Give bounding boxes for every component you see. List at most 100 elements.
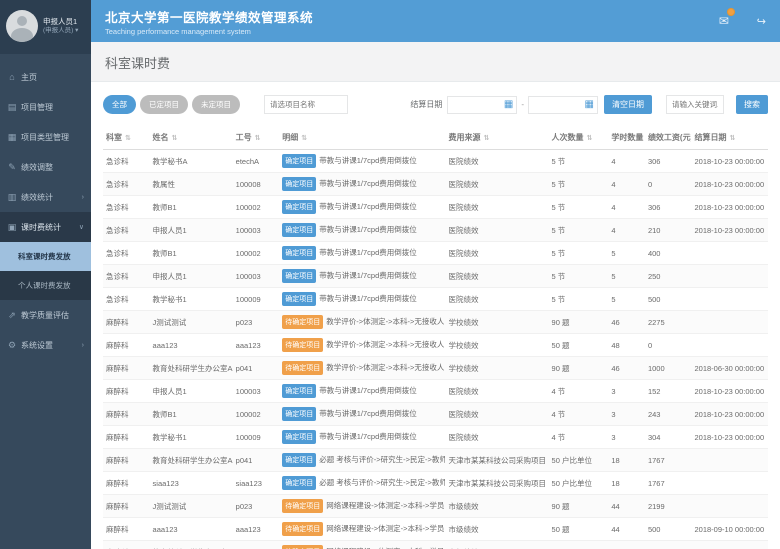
table-row[interactable]: 麻醉科教育处科研学生办公室Ap041确定项目必题 考核与评价->研究生->民定-… bbox=[103, 449, 768, 472]
table-row[interactable]: 麻醉科教育处科研学生办公室Ap041待确定项目网络课程建设->体测定->本科->… bbox=[103, 541, 768, 549]
sidebar-item-fee-stats[interactable]: ▣课时费统计∨ bbox=[0, 212, 91, 242]
cell-hours: 5 bbox=[608, 288, 645, 311]
column-header[interactable]: 人次数量⇅ bbox=[549, 126, 609, 150]
table-row[interactable]: 急诊科教学秘书AetechA确定项目带教与讲课1/7cpd费用倒拨位医院绩效5 … bbox=[103, 150, 768, 173]
cell-settle-date bbox=[691, 449, 768, 472]
table-row[interactable]: 麻醉科J测试测试p023待确定项目教学评价->体测定->本科->无接收人学校绩效… bbox=[103, 311, 768, 334]
column-header[interactable]: 明细⇅ bbox=[279, 126, 445, 150]
cell-quantity: 5 节 bbox=[549, 265, 609, 288]
column-header[interactable]: 学时数量⇅ bbox=[608, 126, 645, 150]
status-badge: 待确定项目 bbox=[282, 545, 323, 549]
cell-hours: 3 bbox=[608, 380, 645, 403]
cell-department: 麻醉科 bbox=[103, 426, 150, 449]
sort-icon[interactable]: ⇅ bbox=[255, 135, 261, 142]
keyword-search-input[interactable] bbox=[666, 95, 724, 114]
cell-department: 麻醉科 bbox=[103, 472, 150, 495]
cell-quantity: 4 节 bbox=[549, 380, 609, 403]
table-row[interactable]: 麻醉科aaa123aaa123待确定项目网络课程建设->体测定->本科->学员市… bbox=[103, 518, 768, 541]
cell-cost-source: 市级绩效 bbox=[445, 541, 548, 549]
table-row[interactable]: 麻醉科siaa123siaa123确定项目必题 考核与评价->研究生->民定->… bbox=[103, 472, 768, 495]
detail-text: 网络课程建设->体测定->本科->学员 bbox=[326, 501, 444, 510]
cell-employee-id: 100003 bbox=[233, 380, 280, 403]
search-button[interactable]: 搜索 bbox=[736, 95, 768, 114]
sort-icon[interactable]: ⇅ bbox=[587, 135, 593, 142]
detail-text: 带教与讲课1/7cpd费用倒拨位 bbox=[319, 271, 417, 280]
cell-hours: 18 bbox=[608, 449, 645, 472]
cell-employee-id: 100002 bbox=[233, 242, 280, 265]
cell-department: 麻醉科 bbox=[103, 541, 150, 549]
status-badge: 待确定项目 bbox=[282, 522, 323, 536]
status-badge: 确定项目 bbox=[282, 269, 316, 283]
column-header[interactable]: 绩效工资(元)⇅ bbox=[645, 126, 692, 150]
sidebar-item-system-settings[interactable]: ⚙系统设置› bbox=[0, 330, 91, 360]
clear-date-button[interactable]: 清空日期 bbox=[604, 95, 652, 114]
cell-hours: 4 bbox=[608, 196, 645, 219]
cell-hours: 5 bbox=[608, 242, 645, 265]
logout-icon[interactable]: ↪ bbox=[757, 15, 766, 28]
column-header[interactable]: 费用来源⇅ bbox=[445, 126, 548, 150]
filter-confirmed-button[interactable]: 已定项目 bbox=[140, 95, 188, 114]
date-start-input[interactable]: ▦ bbox=[447, 96, 517, 114]
table-row[interactable]: 急诊科申报人员1100003确定项目带教与讲课1/7cpd费用倒拨位医院绩效5 … bbox=[103, 265, 768, 288]
cell-detail: 待确定项目网络课程建设->体测定->本科->学员 bbox=[279, 495, 445, 518]
detail-text: 带教与讲课1/7cpd费用倒拨位 bbox=[319, 432, 417, 441]
column-header[interactable]: 科室⇅ bbox=[103, 126, 150, 150]
column-header[interactable]: 结算日期⇅ bbox=[691, 126, 768, 150]
calendar-icon[interactable]: ▦ bbox=[585, 100, 594, 110]
sidebar-item-teaching-quality-eval[interactable]: ⇗教学质量评估 bbox=[0, 300, 91, 330]
sort-icon[interactable]: ⇅ bbox=[172, 135, 178, 142]
cell-salary: 0 bbox=[645, 173, 692, 196]
table-row[interactable]: 麻醉科J测试测试p023待确定项目网络课程建设->体测定->本科->学员市级绩效… bbox=[103, 495, 768, 518]
sidebar-item-performance-stats[interactable]: ▥绩效统计› bbox=[0, 182, 91, 212]
table-row[interactable]: 急诊科教学秘书1100009确定项目带教与讲课1/7cpd费用倒拨位医院绩效5 … bbox=[103, 288, 768, 311]
column-header[interactable]: 工号⇅ bbox=[233, 126, 280, 150]
cell-quantity: 5 节 bbox=[549, 196, 609, 219]
sidebar-item-home[interactable]: ⌂主页 bbox=[0, 62, 91, 92]
user-role-dropdown[interactable]: (申报人员) ▾ bbox=[43, 27, 78, 35]
filter-unconfirmed-button[interactable]: 未定项目 bbox=[192, 95, 240, 114]
sidebar-nav: ⌂主页▤项目管理▦项目类型管理✎绩效调整▥绩效统计›▣课时费统计∨科室课时费发放… bbox=[0, 54, 91, 360]
cell-hours: 18 bbox=[608, 472, 645, 495]
sort-icon[interactable]: ⇅ bbox=[483, 135, 489, 142]
cell-quantity: 50 题 bbox=[549, 518, 609, 541]
table-row[interactable]: 麻醉科教师B1100002确定项目带教与讲课1/7cpd费用倒拨位医院绩效4 节… bbox=[103, 403, 768, 426]
cell-department: 麻醉科 bbox=[103, 311, 150, 334]
cell-cost-source: 学校绩效 bbox=[445, 334, 548, 357]
sidebar-subitem-dept-fee[interactable]: 科室课时费发放 bbox=[0, 242, 91, 271]
cell-department: 急诊科 bbox=[103, 242, 150, 265]
document-icon: ▤ bbox=[7, 102, 17, 113]
table-row[interactable]: 麻醉科教育处科研学生办公室Ap041待确定项目教学评价->体测定->本科->无接… bbox=[103, 357, 768, 380]
cell-cost-source: 医院绩效 bbox=[445, 426, 548, 449]
sidebar-subitem-personal-fee[interactable]: 个人课时费发放 bbox=[0, 271, 91, 300]
table-row[interactable]: 急诊科申报人员1100003确定项目带教与讲课1/7cpd费用倒拨位医院绩效5 … bbox=[103, 219, 768, 242]
column-header[interactable]: 姓名⇅ bbox=[150, 126, 233, 150]
cell-detail: 确定项目带教与讲课1/7cpd费用倒拨位 bbox=[279, 426, 445, 449]
cell-salary: 306 bbox=[645, 150, 692, 173]
table-row[interactable]: 麻醉科申报人员1100003确定项目带教与讲课1/7cpd费用倒拨位医院绩效4 … bbox=[103, 380, 768, 403]
cell-salary: 152 bbox=[645, 380, 692, 403]
sort-icon[interactable]: ⇅ bbox=[301, 135, 307, 142]
project-name-input[interactable] bbox=[264, 95, 348, 114]
table-row[interactable]: 急诊科教属性100008确定项目带教与讲课1/7cpd费用倒拨位医院绩效5 节4… bbox=[103, 173, 768, 196]
cell-detail: 确定项目必题 考核与评价->研究生->民定->教师 bbox=[279, 472, 445, 495]
date-end-input[interactable]: ▦ bbox=[528, 96, 598, 114]
table-row[interactable]: 急诊科教师B1100002确定项目带教与讲课1/7cpd费用倒拨位医院绩效5 节… bbox=[103, 242, 768, 265]
sort-icon[interactable]: ⇅ bbox=[125, 135, 131, 142]
calendar-icon[interactable]: ▦ bbox=[504, 100, 513, 110]
cell-employee-id: 100009 bbox=[233, 288, 280, 311]
message-icon[interactable]: ✉ bbox=[719, 12, 729, 30]
sidebar-item-performance-adjust[interactable]: ✎绩效调整 bbox=[0, 152, 91, 182]
filter-all-button[interactable]: 全部 bbox=[103, 95, 136, 114]
table-row[interactable]: 急诊科教师B1100002确定项目带教与讲课1/7cpd费用倒拨位医院绩效5 节… bbox=[103, 196, 768, 219]
sort-icon[interactable]: ⇅ bbox=[729, 135, 735, 142]
sidebar-item-project-management[interactable]: ▤项目管理 bbox=[0, 92, 91, 122]
cell-detail: 待确定项目教学评价->体测定->本科->无接收人 bbox=[279, 357, 445, 380]
cell-name: J测试测试 bbox=[150, 495, 233, 518]
cell-cost-source: 天津市某某科技公司采购项目 bbox=[445, 449, 548, 472]
cell-name: siaa123 bbox=[150, 472, 233, 495]
sidebar-item-project-type-management[interactable]: ▦项目类型管理 bbox=[0, 122, 91, 152]
table-row[interactable]: 麻醉科教学秘书1100009确定项目带教与讲课1/7cpd费用倒拨位医院绩效4 … bbox=[103, 426, 768, 449]
date-separator: - bbox=[521, 100, 524, 109]
table-row[interactable]: 麻醉科aaa123aaa123待确定项目教学评价->体测定->本科->无接收人学… bbox=[103, 334, 768, 357]
cell-employee-id: 100002 bbox=[233, 403, 280, 426]
